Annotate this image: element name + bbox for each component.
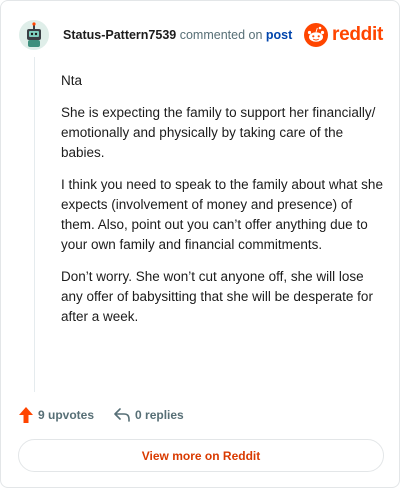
avatar[interactable] [19, 20, 49, 50]
reddit-wordmark: reddit [332, 24, 383, 45]
comment-paragraph: I think you need to speak to the family … [61, 177, 383, 252]
reddit-brand[interactable]: reddit [304, 23, 383, 47]
thread-line [34, 57, 35, 392]
commented-on-label: commented on [179, 28, 263, 42]
reply-button[interactable]: 0 replies [114, 408, 184, 422]
reddit-comment-embed: Status-Pattern7539 commented on post red… [0, 0, 400, 488]
comment-meta: Status-Pattern7539 commented on post [63, 20, 292, 50]
reply-count: 0 replies [135, 408, 184, 422]
comment-header: Status-Pattern7539 commented on post red… [19, 19, 383, 51]
upvote-button[interactable]: 9 upvotes [19, 407, 94, 423]
upvote-arrow-icon [19, 407, 33, 423]
reply-arrow-icon [114, 408, 130, 422]
view-more-button[interactable]: View more on Reddit [18, 439, 384, 472]
comment-actions: 9 upvotes 0 replies [19, 405, 184, 425]
comment-body: Nta She is expecting the family to suppo… [61, 71, 383, 339]
comment-paragraph: Nta [61, 73, 83, 88]
username-link[interactable]: Status-Pattern7539 [63, 28, 176, 42]
post-link[interactable]: post [266, 28, 292, 42]
comment-paragraph: She is expecting the family to support h… [61, 105, 376, 160]
avatar-snoo-icon [19, 20, 49, 50]
reddit-logo-icon [304, 23, 329, 47]
comment-paragraph: Don’t worry. She won’t cut anyone off, s… [61, 269, 373, 324]
upvote-count: 9 upvotes [38, 408, 95, 422]
